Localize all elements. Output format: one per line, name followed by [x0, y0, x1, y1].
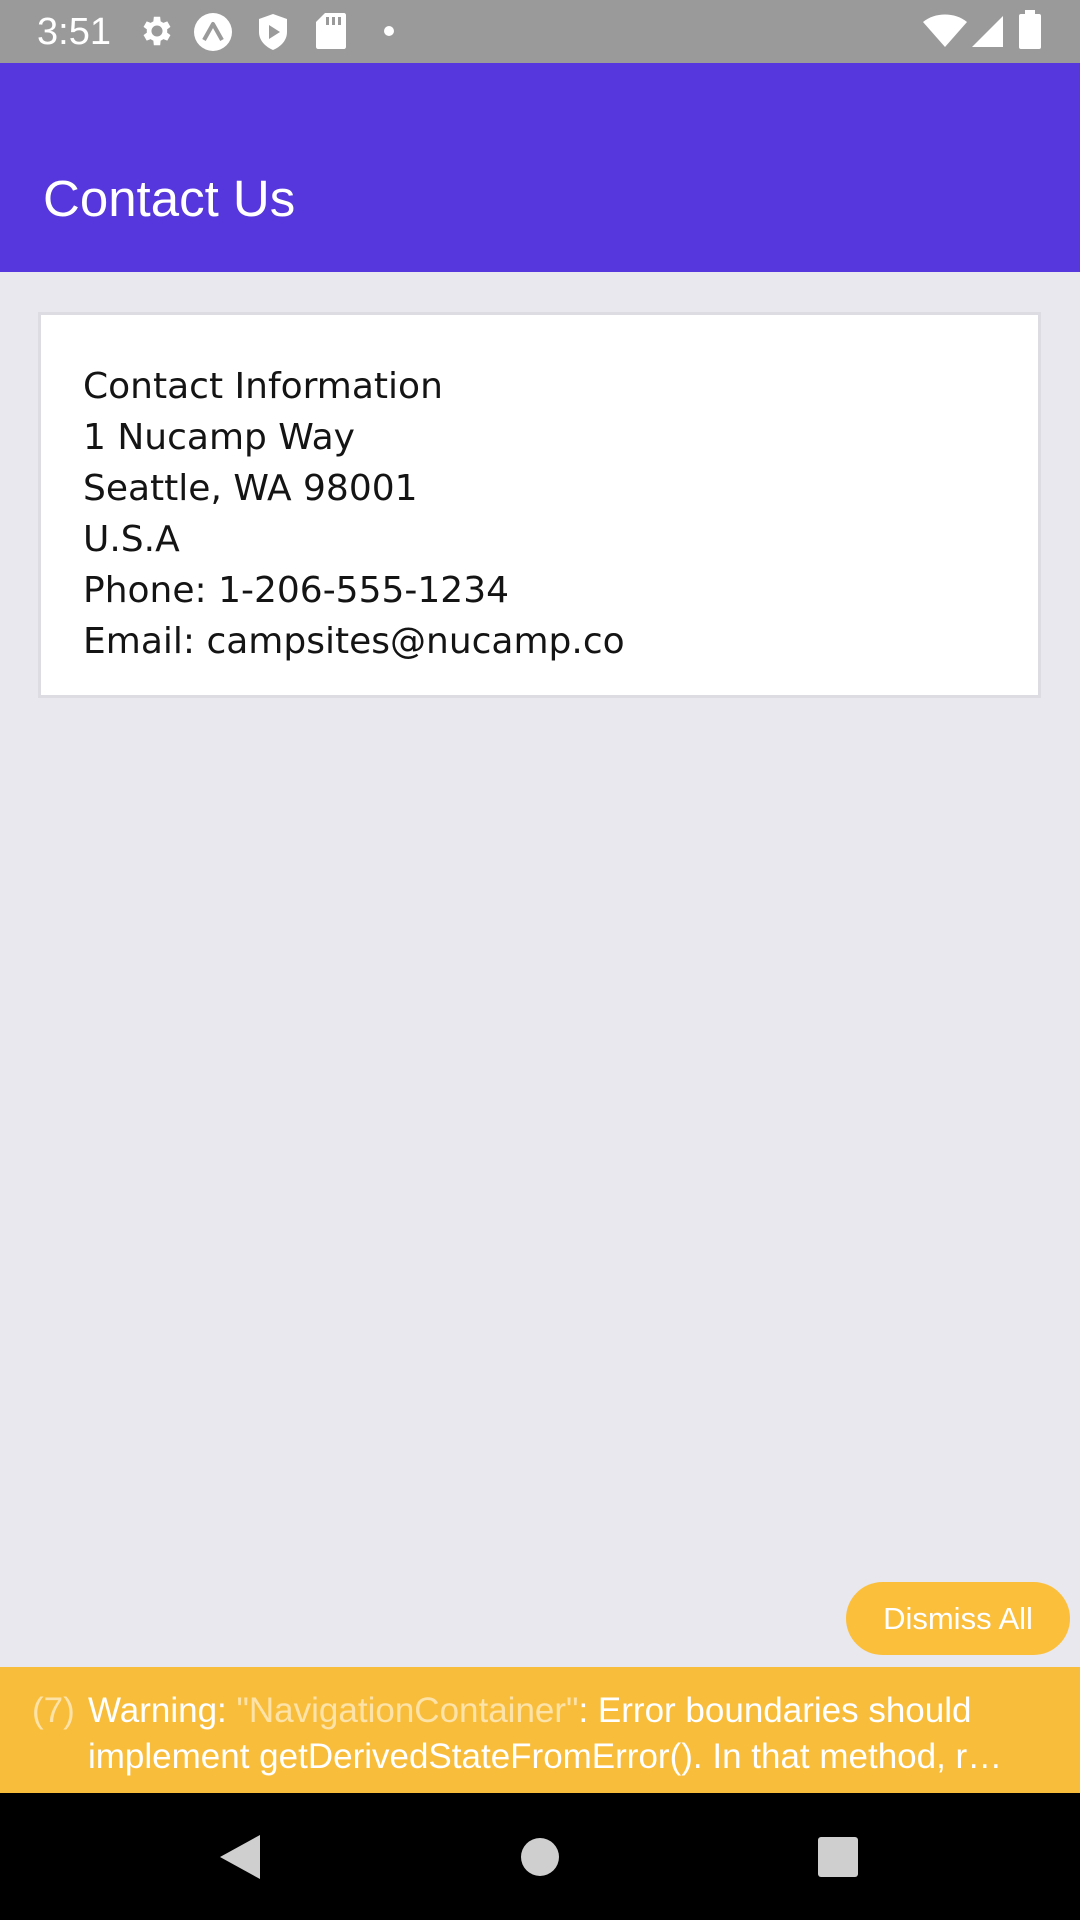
cell-signal-icon	[972, 16, 1003, 47]
dot-icon	[384, 26, 394, 36]
card-heading: Contact Information	[83, 366, 443, 407]
country: U.S.A	[83, 519, 180, 560]
email: Email: campsites@nucamp.co	[83, 621, 625, 662]
address-line-1: 1 Nucamp Way	[83, 417, 355, 458]
page-title: Contact Us	[43, 170, 296, 227]
back-icon	[220, 1834, 260, 1879]
warning-component: "NavigationContainer"	[236, 1691, 579, 1730]
screen: 3:51 Contact Us Contact Information 1 Nu…	[0, 0, 1080, 1920]
dismiss-all-button[interactable]: Dismiss All	[846, 1582, 1070, 1655]
back-button[interactable]	[180, 1793, 300, 1920]
address-line-2: Seattle, WA 98001	[83, 468, 418, 509]
warning-text: Warning: "NavigationContainer": Error bo…	[88, 1688, 1048, 1780]
phone: Phone: 1-206-555-1234	[83, 570, 510, 611]
sd-card-icon	[316, 13, 346, 49]
gear-icon	[143, 16, 171, 46]
warning-prefix: Warning:	[88, 1691, 237, 1730]
home-icon	[521, 1837, 559, 1876]
warning-banner[interactable]: (7) Warning: "NavigationContainer": Erro…	[0, 1667, 1080, 1793]
expo-icon	[194, 13, 232, 51]
recents-icon	[818, 1836, 858, 1877]
home-button[interactable]	[480, 1793, 600, 1920]
warning-line-2: implement getDerivedStateFromError(). In…	[88, 1737, 1003, 1776]
warning-line-1: Warning: "NavigationContainer": Error bo…	[88, 1688, 1048, 1734]
warning-line-1-rest: : Error boundaries should	[578, 1691, 972, 1730]
status-time: 3:51	[37, 11, 111, 53]
wifi-icon	[923, 14, 967, 47]
warning-count: (7)	[32, 1691, 75, 1730]
shield-play-icon	[259, 14, 287, 50]
contact-card-content: Contact Information 1 Nucamp Way Seattle…	[83, 361, 625, 667]
battery-icon	[1019, 10, 1041, 49]
contact-card: Contact Information 1 Nucamp Way Seattle…	[38, 312, 1041, 698]
app-bar: Contact Us	[0, 63, 1080, 272]
status-bar: 3:51	[0, 0, 1080, 63]
nav-bar	[0, 1793, 1080, 1920]
recents-button[interactable]	[778, 1793, 898, 1920]
